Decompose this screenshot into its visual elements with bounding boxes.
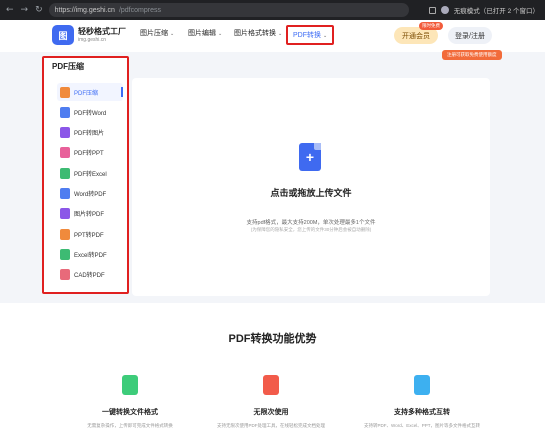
sidepanel-icon[interactable] xyxy=(428,6,436,14)
file-type-icon xyxy=(60,86,70,98)
site-logo[interactable]: 图 轻秒格式工厂 img.geshi.cn xyxy=(52,25,126,45)
sidebar-item-label: PDF转Word xyxy=(74,110,107,117)
sidebar-item[interactable]: PDF转Excel xyxy=(57,164,123,182)
browser-right-controls: 无痕模式（已打开 2 个窗口） xyxy=(428,5,539,15)
site-header: 图 轻秒格式工厂 img.geshi.cn 图片压缩 ⌄ 图片编辑 ⌄ 图片格式转换… xyxy=(0,20,545,52)
sidebar-item[interactable]: PDF转PPT xyxy=(57,144,123,162)
sidebar-item-label: CAD转PDF xyxy=(74,273,105,280)
unlimited-icon xyxy=(263,375,279,395)
logo-icon: 图 xyxy=(52,25,74,45)
sidebar-item-label: PDF转Excel xyxy=(74,171,107,178)
sidebar-item[interactable]: PDF转Word xyxy=(57,103,123,121)
file-type-icon xyxy=(60,167,70,179)
feature-card: 支持多种格式互转 支持转PDF、Word、Excel、PPT，图片等多文件格式互… xyxy=(357,375,487,429)
sidebar-item-label: Word转PDF xyxy=(74,192,107,198)
upload-subtitle: 支持pdf格式，最大支持200M，单次处理最多1个文件 xyxy=(246,220,376,226)
upload-dropzone[interactable]: + 点击或拖放上传文件 支持pdf格式，最大支持200M，单次处理最多1个文件 … xyxy=(132,78,490,296)
file-type-icon xyxy=(60,188,70,199)
sidebar-item[interactable]: PDF压缩 xyxy=(57,83,123,101)
file-type-icon xyxy=(60,228,70,240)
nav-image-compress[interactable]: 图片压缩 ⌄ xyxy=(140,28,174,38)
sidebar-item[interactable]: PPT转PDF xyxy=(57,225,123,243)
login-tooltip: 注册可获取免费使用额度 xyxy=(442,50,502,60)
chevron-down-icon: ⌄ xyxy=(170,31,175,37)
sidebar-item[interactable]: Word转PDF xyxy=(57,185,123,203)
file-type-icon xyxy=(60,269,70,281)
url-host: https://img.geshi.cn xyxy=(54,6,115,14)
browser-nav: ← → ↻ xyxy=(6,5,43,15)
sidebar-item-label: PDF转PPT xyxy=(74,151,104,158)
file-type-icon xyxy=(60,147,70,159)
sidebar-title: PDF压缩 xyxy=(52,62,84,71)
address-bar[interactable]: https://img.geshi.cn/pdfcompress xyxy=(48,3,409,17)
sidebar-item-label: 图片转PDF xyxy=(74,212,105,219)
sidebar-item-label: PDF压缩 xyxy=(74,90,99,97)
sidebar-item[interactable]: CAD转PDF xyxy=(57,266,123,284)
file-type-icon xyxy=(60,208,70,220)
url-path: /pdfcompress xyxy=(118,6,161,14)
file-type-icon xyxy=(60,248,70,260)
upload-title: 点击或拖放上传文件 xyxy=(270,188,352,198)
browser-toolbar: ← → ↻ https://img.geshi.cn/pdfcompress 无… xyxy=(0,0,545,20)
forward-icon[interactable]: → xyxy=(21,5,29,15)
feature-card: 无限次使用 支持无限次使用PDF处理工具，在线轻松完成文档处理 xyxy=(206,375,336,429)
sidebar-item[interactable]: 图片转PDF xyxy=(57,205,123,223)
chevron-down-icon: ⌄ xyxy=(218,31,223,37)
chevron-down-icon: ⌄ xyxy=(323,33,328,39)
file-type-icon xyxy=(60,106,70,118)
vip-badge: 限时免费 xyxy=(419,22,443,30)
profile-label[interactable]: 无痕模式（已打开 2 个窗口） xyxy=(454,5,539,15)
login-button[interactable]: 登录/注册 xyxy=(448,27,492,44)
back-icon[interactable]: ← xyxy=(6,5,14,15)
incognito-icon[interactable] xyxy=(440,6,449,14)
nav-pdf-convert[interactable]: PDF转换 ⌄ xyxy=(286,25,335,45)
upload-privacy-note: (为保障您的隐私安全，您上传的文件30分钟后会被自动删除) xyxy=(250,227,372,232)
nav-image-edit[interactable]: 图片编辑 ⌄ xyxy=(188,28,222,38)
tool-sidebar: PDF压缩 PDF压缩 PDF转Word PDF转图片 PDF转PPT PDF转Exce… xyxy=(42,56,129,294)
file-add-icon[interactable]: + xyxy=(299,143,321,171)
chevron-down-icon: ⌄ xyxy=(278,31,283,37)
sidebar-item-label: Excel转PDF xyxy=(74,252,107,259)
logo-name: 轻秒格式工厂 xyxy=(78,26,126,36)
sidebar-item[interactable]: Excel转PDF xyxy=(57,245,123,263)
multi-format-icon xyxy=(414,375,430,395)
sidebar-item-label: PDF转图片 xyxy=(74,131,105,138)
reload-icon[interactable]: ↻ xyxy=(35,5,43,15)
sidebar-item-label: PPT转PDF xyxy=(74,232,104,239)
feature-card: 一键转换文件格式 无需复杂操作，上传即可完成文件格式转换 xyxy=(65,375,195,429)
nav-image-format[interactable]: 图片格式转换 ⌄ xyxy=(234,28,282,38)
advantages-section: PDF转换功能优势 一键转换文件格式 无需复杂操作，上传即可完成文件格式转换 无… xyxy=(0,303,545,440)
section-title: PDF转换功能优势 xyxy=(228,333,317,345)
sidebar-item[interactable]: PDF转图片 xyxy=(57,124,123,142)
convert-icon xyxy=(122,375,138,395)
file-type-icon xyxy=(60,127,70,139)
logo-domain: img.geshi.cn xyxy=(78,36,107,43)
